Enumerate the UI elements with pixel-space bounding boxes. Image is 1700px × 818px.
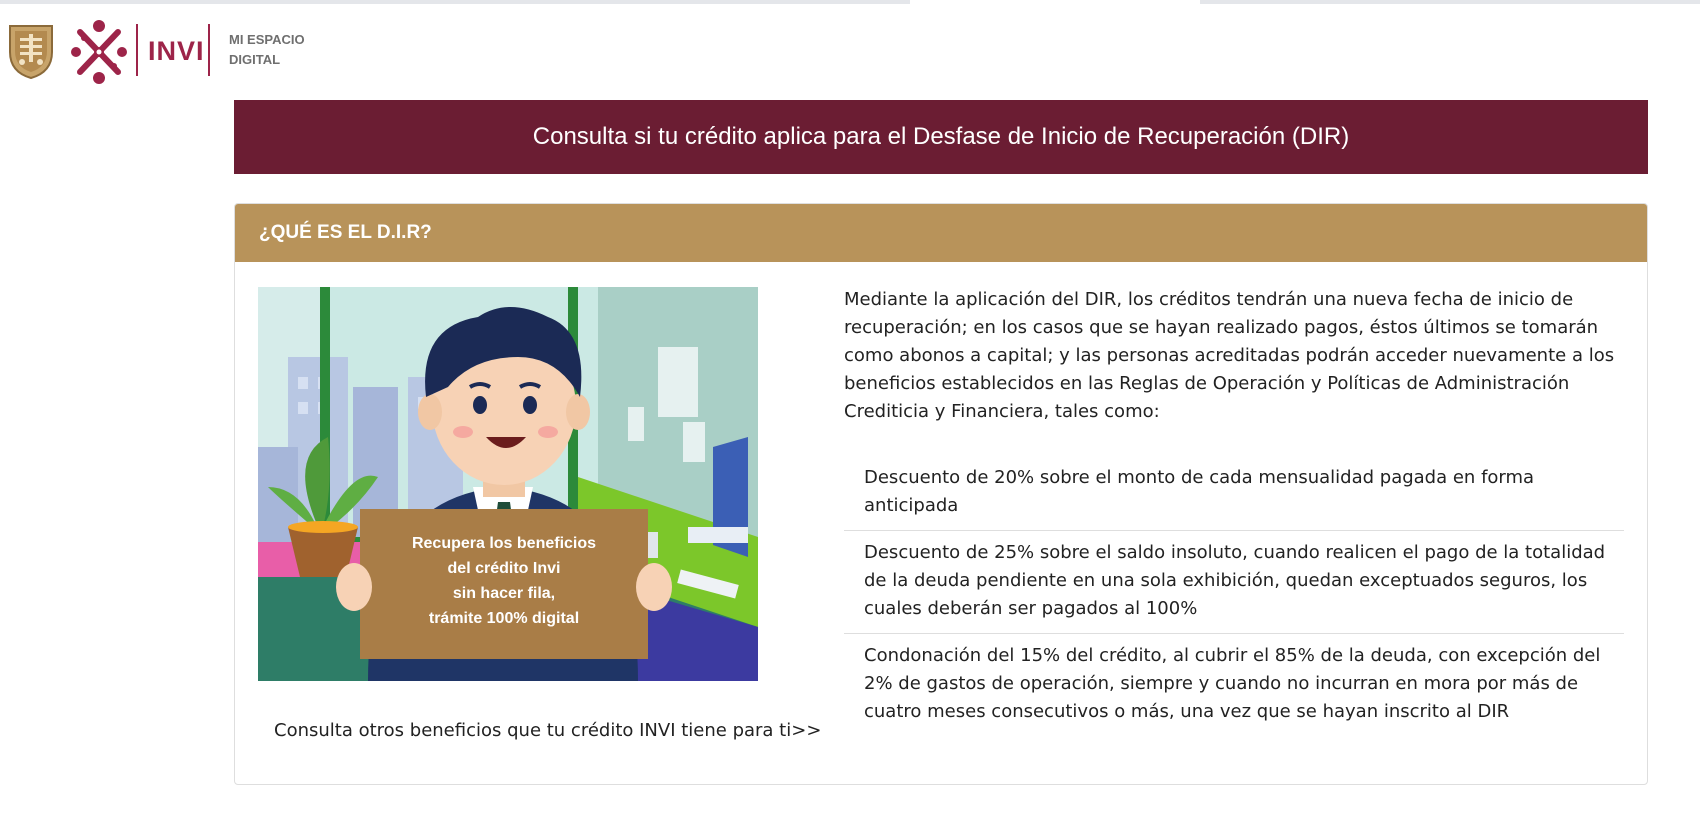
dir-info-card: ¿QUÉ ES EL D.I.R? Recupera los beneficio… <box>234 203 1648 785</box>
card-heading: ¿QUÉ ES EL D.I.R? <box>235 204 1647 262</box>
invi-logo-text: INVI <box>148 36 205 66</box>
site-tagline: MI ESPACIO DIGITAL <box>229 32 305 67</box>
page-title-bar: Consulta si tu crédito aplica para el De… <box>234 100 1648 174</box>
site-header: INVI MI ESPACIO DIGITAL <box>0 8 420 92</box>
other-benefits-link[interactable]: Consulta otros beneficios que tu crédito… <box>274 720 821 741</box>
browser-top-border <box>0 0 1700 4</box>
cdmx-shield-icon <box>9 25 53 80</box>
list-item: Descuento de 25% sobre el saldo insoluto… <box>844 531 1624 634</box>
logo-divider <box>136 24 138 76</box>
cdmx-cross-logo-icon <box>71 20 127 84</box>
sign-message: Recupera los beneficios del crédito Invi… <box>411 535 597 627</box>
list-item: Descuento de 20% sobre el monto de cada … <box>844 456 1624 531</box>
logo-divider <box>208 24 210 76</box>
list-item: Condonación del 15% del crédito, al cubr… <box>864 645 1601 722</box>
dir-illustration: Recupera los beneficios del crédito Invi… <box>258 287 758 681</box>
dir-description: Mediante la aplicación del DIR, los créd… <box>844 289 1615 422</box>
benefits-list: Descuento de 20% sobre el monto de cada … <box>844 456 1624 736</box>
page-title: Consulta si tu crédito aplica para el De… <box>532 123 1350 150</box>
